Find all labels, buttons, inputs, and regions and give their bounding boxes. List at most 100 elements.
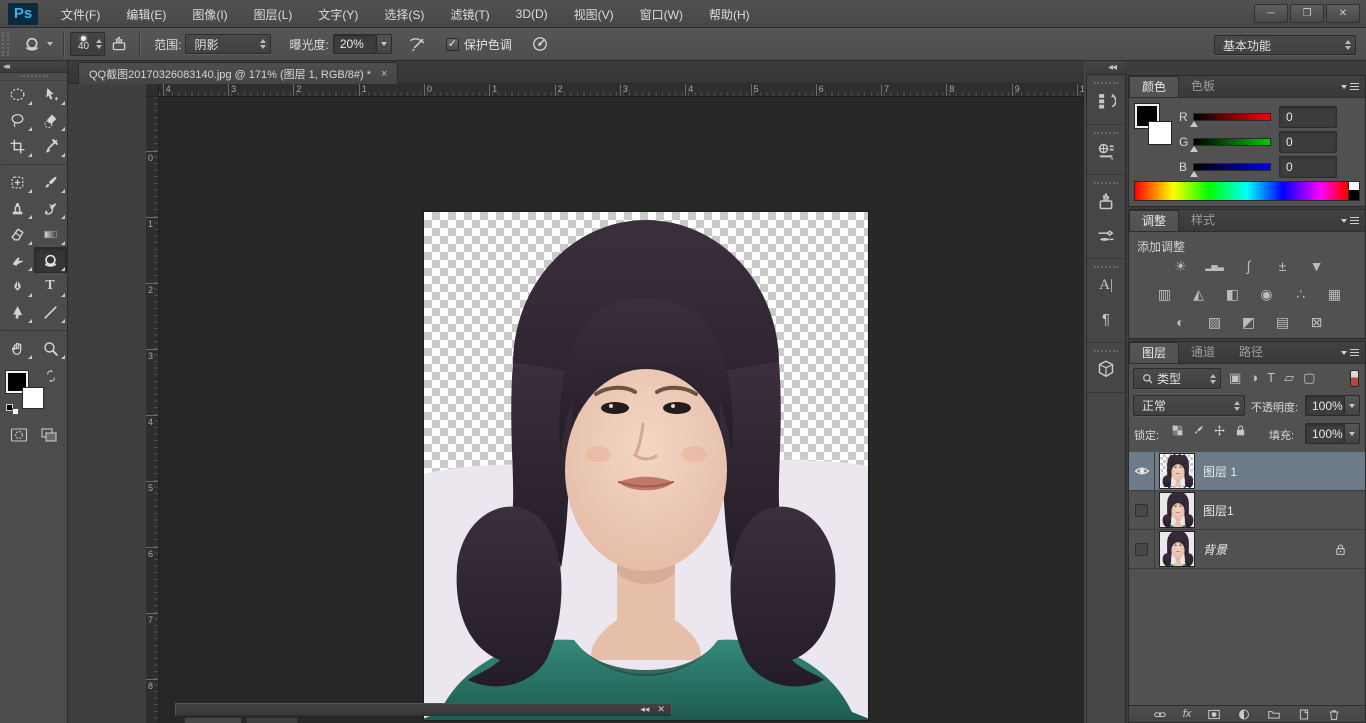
canvas-area[interactable] <box>159 97 1084 723</box>
slider-thumb[interactable] <box>1190 121 1198 127</box>
layer-name[interactable]: 背景 <box>1203 541 1227 558</box>
blue-value[interactable]: 0 <box>1279 156 1337 178</box>
slider-thumb[interactable] <box>1190 146 1198 152</box>
strip-grip[interactable] <box>1087 75 1125 84</box>
tool-zoom[interactable] <box>34 335 67 361</box>
tool-brush[interactable] <box>34 169 67 195</box>
new-layer-icon[interactable] <box>1297 708 1311 721</box>
panel-menu-icon[interactable] <box>1341 81 1359 93</box>
filter-smart-objects-icon[interactable]: ▢ <box>1303 370 1315 386</box>
bottom-dock-close-icon[interactable]: ✕ <box>657 704 665 715</box>
bottom-panel-tab-stub[interactable] <box>184 717 242 723</box>
menu-view[interactable]: 视图(V) <box>561 6 627 23</box>
adjustment-brightness-contrast-icon[interactable]: ☀ <box>1169 256 1192 276</box>
spectrum-black-swatch[interactable] <box>1348 190 1359 200</box>
collapse-tools-icon[interactable]: ◂◂ <box>0 61 67 73</box>
menu-select[interactable]: 选择(S) <box>371 6 437 23</box>
exposure-value[interactable]: 20% <box>333 34 377 54</box>
range-select[interactable]: 阴影 <box>185 34 271 54</box>
brush-size-picker[interactable]: 40 <box>70 32 105 56</box>
blue-slider[interactable] <box>1193 163 1271 171</box>
tab-channels[interactable]: 通道 <box>1179 342 1227 363</box>
document-tab-close-icon[interactable]: × <box>381 68 387 80</box>
tool-pen[interactable] <box>1 273 34 299</box>
layer-name[interactable]: 图层1 <box>1203 502 1234 519</box>
new-group-icon[interactable] <box>1267 708 1281 721</box>
panel-menu-icon[interactable] <box>1341 347 1359 359</box>
add-layer-mask-icon[interactable] <box>1207 708 1221 721</box>
fill-value[interactable]: 100% <box>1305 423 1345 444</box>
ruler-vertical[interactable]: 012345678 <box>146 97 159 723</box>
restore-button[interactable]: ❐ <box>1290 4 1324 23</box>
bottom-panel-tab-stub[interactable] <box>246 717 298 723</box>
brush-panel-strip-icon[interactable] <box>1087 184 1125 218</box>
character-panel-icon[interactable]: A| <box>1087 268 1125 302</box>
tool-clone-stamp[interactable] <box>1 195 34 221</box>
panel-background-swatch[interactable] <box>1148 121 1172 145</box>
adjustment-levels-icon[interactable]: ▂▅▃ <box>1203 256 1226 276</box>
lock-position-icon[interactable] <box>1213 424 1226 437</box>
default-colors-icon[interactable] <box>6 404 19 415</box>
menu-image[interactable]: 图像(I) <box>179 6 240 23</box>
green-slider[interactable] <box>1193 138 1271 146</box>
opacity-value[interactable]: 100% <box>1305 395 1345 416</box>
adjustment-invert-icon[interactable]: ◐ <box>1169 312 1192 332</box>
quick-mask-button[interactable] <box>10 427 28 443</box>
layer-style-fx-icon[interactable]: fx <box>1183 708 1192 721</box>
tool-line[interactable] <box>34 299 67 325</box>
layer-row[interactable]: 图层1 <box>1129 491 1365 530</box>
layer-thumbnail[interactable] <box>1159 531 1195 567</box>
lock-paint-icon[interactable] <box>1192 424 1205 437</box>
adjustment-photo-filter-icon[interactable]: ◉ <box>1255 284 1278 304</box>
delete-layer-icon[interactable] <box>1327 708 1341 721</box>
menu-file[interactable]: 文件(F) <box>48 6 113 23</box>
adjustment-threshold-icon[interactable]: ◩ <box>1237 312 1260 332</box>
tool-eraser[interactable] <box>1 221 34 247</box>
tool-elliptical-marquee[interactable] <box>1 81 34 107</box>
adjustment-selective-color-icon[interactable]: ⊠ <box>1305 312 1328 332</box>
new-adjustment-layer-icon[interactable] <box>1237 708 1251 721</box>
filter-shape-layers-icon[interactable]: ▱ <box>1284 370 1294 386</box>
strip-grip[interactable] <box>1087 259 1125 268</box>
adjustment-hue-saturation-icon[interactable]: ▥ <box>1153 284 1176 304</box>
layer-row-background[interactable]: 背景 <box>1129 530 1365 569</box>
tool-eyedropper[interactable] <box>34 133 67 159</box>
blend-mode-select[interactable]: 正常 <box>1133 395 1245 416</box>
adjustment-color-lookup-icon[interactable]: ▦ <box>1323 284 1346 304</box>
link-layers-icon[interactable] <box>1153 708 1167 721</box>
minimize-button[interactable]: ─ <box>1254 4 1288 23</box>
tool-type[interactable]: T <box>34 273 67 299</box>
document-tab[interactable]: QQ截图20170326083140.jpg @ 171% (图层 1, RGB… <box>78 62 398 84</box>
layer-thumbnail[interactable] <box>1159 453 1195 489</box>
eye-hidden-box[interactable] <box>1135 504 1148 517</box>
visibility-toggle[interactable] <box>1129 530 1155 569</box>
tool-burn[interactable] <box>34 247 67 273</box>
adjustment-channel-mixer-icon[interactable]: ∴ <box>1289 284 1312 304</box>
tool-spot-healing[interactable] <box>1 169 34 195</box>
tab-swatches[interactable]: 色板 <box>1179 76 1227 97</box>
tool-history-brush[interactable] <box>34 195 67 221</box>
tool-gradient[interactable] <box>34 221 67 247</box>
exposure-dropdown-button[interactable] <box>377 34 392 54</box>
opacity-dropdown-button[interactable] <box>1345 395 1360 416</box>
tab-color[interactable]: 颜色 <box>1129 76 1179 97</box>
tools-grip[interactable] <box>0 73 67 81</box>
swap-colors-icon[interactable] <box>44 369 58 383</box>
panel-menu-icon[interactable] <box>1341 215 1359 227</box>
pressure-size-button[interactable] <box>526 33 554 55</box>
menu-filter[interactable]: 滤镜(T) <box>437 6 502 23</box>
lock-transparency-icon[interactable] <box>1171 424 1184 437</box>
3d-panel-icon[interactable] <box>1087 352 1125 386</box>
menu-layer[interactable]: 图层(L) <box>241 6 306 23</box>
adjustment-vibrance-icon[interactable]: ▼ <box>1305 256 1328 276</box>
airbrush-toggle-button[interactable] <box>402 33 432 55</box>
green-value[interactable]: 0 <box>1279 131 1337 153</box>
options-bar-grip[interactable] <box>2 32 9 56</box>
adjustment-color-balance-icon[interactable]: ◭ <box>1187 284 1210 304</box>
visibility-toggle[interactable] <box>1129 452 1155 491</box>
menu-help[interactable]: 帮助(H) <box>696 6 763 23</box>
visibility-toggle[interactable] <box>1129 491 1155 530</box>
tab-adjustments[interactable]: 调整 <box>1129 210 1179 231</box>
strip-grip[interactable] <box>1087 343 1125 352</box>
red-slider[interactable] <box>1193 113 1271 121</box>
